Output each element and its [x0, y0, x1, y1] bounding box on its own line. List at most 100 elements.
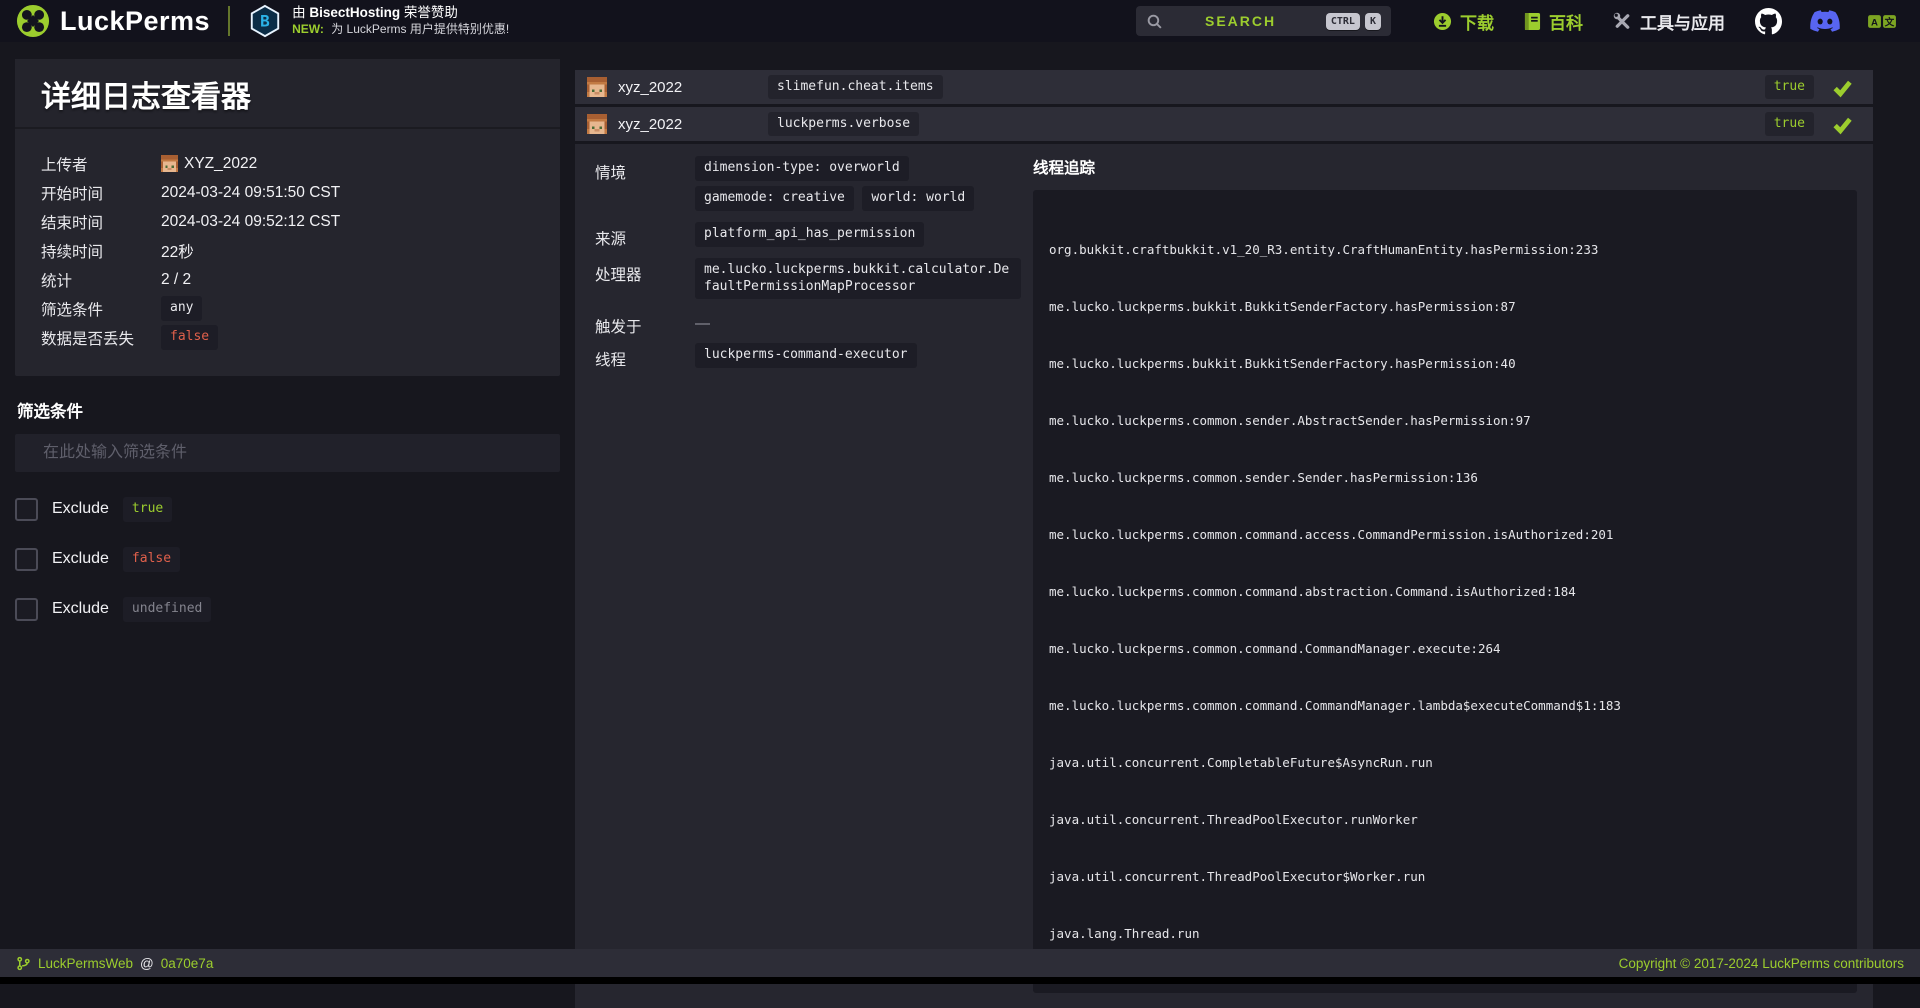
trace-line: me.lucko.luckperms.common.sender.Abstrac… — [1049, 411, 1841, 430]
download-icon — [1433, 12, 1452, 31]
nav-link-download[interactable]: 下载 — [1433, 9, 1494, 34]
search-input[interactable]: SEARCH CTRL K — [1136, 6, 1391, 36]
git-branch-icon — [16, 956, 31, 971]
context-chip: world: world — [862, 186, 974, 211]
nav-link-tools[interactable]: 工具与应用 — [1613, 9, 1725, 34]
discord-link[interactable] — [1810, 10, 1840, 32]
svg-text:A: A — [1871, 17, 1878, 28]
trace-line: me.lucko.luckperms.common.command.abstra… — [1049, 582, 1841, 601]
entry-detail-panel: 情境 dimension-type: overworld gamemode: c… — [575, 144, 1873, 1008]
exclude-false-row: Exclude false — [15, 547, 560, 572]
github-link[interactable] — [1755, 8, 1782, 35]
discord-icon — [1810, 10, 1840, 32]
trace-title: 线程追踪 — [1033, 156, 1857, 178]
entry-permission-chip: luckperms.verbose — [768, 112, 919, 137]
trace-line: me.lucko.luckperms.common.command.Comman… — [1049, 696, 1841, 715]
sponsor-new-tag: NEW: — [292, 22, 324, 36]
meta-row-end-time: 结束时间 2024-03-24 09:52:12 CST — [41, 207, 534, 236]
exclude-false-checkbox[interactable] — [15, 548, 38, 571]
trace-line: me.lucko.luckperms.common.sender.Sender.… — [1049, 468, 1841, 487]
footer: LuckPermsWeb @ 0a70e7a Copyright © 2017-… — [0, 949, 1920, 977]
player-avatar — [587, 114, 607, 134]
verbose-entry-row[interactable]: xyz_2022 luckperms.verbose true — [575, 107, 1873, 141]
field-triggered-at: 触发于 — — [595, 310, 1025, 337]
book-icon — [1524, 12, 1541, 31]
field-thread: 线程 luckperms-command-executor — [595, 343, 1025, 373]
trace-line: me.lucko.luckperms.bukkit.BukkitSenderFa… — [1049, 354, 1841, 373]
trace-line: me.lucko.luckperms.common.command.access… — [1049, 525, 1841, 544]
bottom-strip — [0, 977, 1920, 984]
meta-row-start-time: 开始时间 2024-03-24 09:51:50 CST — [41, 178, 534, 207]
triggered-at-value: — — [695, 310, 710, 337]
entry-result-chip: true — [1765, 112, 1814, 137]
meta-row-count: 统计 2 / 2 — [41, 265, 534, 294]
search-icon — [1146, 13, 1163, 30]
session-meta: 上传者 XYZ_2022 开始时间 2024-03-24 09:51:50 CS… — [15, 129, 560, 376]
tools-icon — [1613, 12, 1632, 31]
brand[interactable]: LuckPerms — [16, 4, 210, 38]
field-origin: 来源 platform_api_has_permission — [595, 222, 1025, 252]
field-processor: 处理器 me.lucko.luckperms.bukkit.calculator… — [595, 258, 1025, 305]
verbose-entry-row[interactable]: xyz_2022 slimefun.cheat.items true — [575, 70, 1873, 104]
context-chip: gamemode: creative — [695, 186, 854, 211]
context-chip: dimension-type: overworld — [695, 156, 909, 181]
trace-line: java.util.concurrent.ThreadPoolExecutor$… — [1049, 867, 1841, 886]
stack-trace: org.bukkit.craftbukkit.v1_20_R3.entity.C… — [1033, 190, 1857, 993]
trace-line: org.bukkit.craftbukkit.v1_20_R3.entity.C… — [1049, 240, 1841, 259]
sponsor-text: 由 BisectHosting 荣誉赞助 NEW: 为 LuckPerms 用户… — [292, 4, 509, 37]
entry-permission-chip: slimefun.cheat.items — [768, 75, 943, 100]
session-info-panel: 详细日志查看器 上传者 XYZ_2022 开始时间 2024-03-2 — [15, 59, 560, 376]
meta-row-duration: 持续时间 22秒 — [41, 236, 534, 265]
trace-line: java.lang.Thread.run — [1049, 924, 1841, 943]
sponsor-line1: 由 BisectHosting 荣誉赞助 — [292, 4, 509, 22]
footer-commit-hash: 0a70e7a — [161, 956, 214, 971]
footer-version-link[interactable]: LuckPermsWeb @ 0a70e7a — [16, 956, 213, 971]
github-icon — [1755, 8, 1782, 35]
origin-chip: platform_api_has_permission — [695, 222, 924, 247]
brand-name: LuckPerms — [60, 6, 210, 37]
footer-copyright: Copyright © 2017-2024 LuckPerms contribu… — [1619, 956, 1904, 971]
exclude-true-row: Exclude true — [15, 497, 560, 522]
search-label: SEARCH — [1205, 13, 1276, 29]
entry-player-name: xyz_2022 — [618, 79, 768, 96]
bisecthosting-logo-icon: B — [248, 4, 282, 38]
exclude-true-chip: true — [123, 497, 172, 522]
thread-chip: luckperms-command-executor — [695, 343, 917, 368]
trace-line: me.lucko.luckperms.bukkit.BukkitSenderFa… — [1049, 297, 1841, 316]
luckperms-logo-icon — [16, 4, 50, 38]
entry-player-name: xyz_2022 — [618, 116, 768, 133]
entry-result-chip: true — [1765, 75, 1814, 100]
filter-input[interactable] — [15, 434, 560, 472]
check-icon — [1832, 77, 1853, 98]
trace-line: java.util.concurrent.CompletableFuture$A… — [1049, 753, 1841, 772]
language-switcher[interactable]: A 文 — [1868, 14, 1896, 29]
player-avatar — [161, 155, 178, 172]
translate-icon: A 文 — [1868, 14, 1896, 29]
nav-link-wiki[interactable]: 百科 — [1524, 9, 1583, 34]
svg-text:文: 文 — [1884, 16, 1895, 28]
processor-chip: me.lucko.luckperms.bukkit.calculator.Def… — [695, 258, 1021, 300]
k-keycap: K — [1365, 13, 1381, 30]
exclude-true-checkbox[interactable] — [15, 498, 38, 521]
truncated-chip: false — [161, 325, 218, 350]
filter-mode-chip: any — [161, 296, 202, 321]
sponsor-banner[interactable]: B 由 BisectHosting 荣誉赞助 NEW: 为 LuckPerms … — [248, 4, 509, 38]
trace-section: 线程追踪 org.bukkit.craftbukkit.v1_20_R3.ent… — [1025, 156, 1857, 993]
meta-row-truncated: 数据是否丢失 false — [41, 323, 534, 352]
exclude-undefined-row: Exclude undefined — [15, 597, 560, 622]
uploader-name: XYZ_2022 — [184, 155, 257, 173]
meta-row-uploader: 上传者 XYZ_2022 — [41, 149, 534, 178]
exclude-undefined-checkbox[interactable] — [15, 598, 38, 621]
navbar: LuckPerms B 由 BisectHosting 荣誉赞助 NEW: 为 … — [0, 0, 1920, 42]
check-icon — [1832, 114, 1853, 135]
filter-section-heading: 筛选条件 — [15, 398, 560, 422]
trace-line: java.util.concurrent.ThreadPoolExecutor.… — [1049, 810, 1841, 829]
navbar-divider — [228, 6, 230, 36]
entry-detail-fields: 情境 dimension-type: overworld gamemode: c… — [595, 156, 1025, 993]
svg-text:B: B — [260, 12, 270, 31]
sponsor-line2: NEW: 为 LuckPerms 用户提供特别优惠! — [292, 22, 509, 38]
search-shortcut: CTRL K — [1326, 13, 1381, 30]
sidebar: 详细日志查看器 上传者 XYZ_2022 开始时间 2024-03-2 — [15, 59, 560, 622]
meta-row-filter: 筛选条件 any — [41, 294, 534, 323]
ctrl-keycap: CTRL — [1326, 13, 1360, 30]
